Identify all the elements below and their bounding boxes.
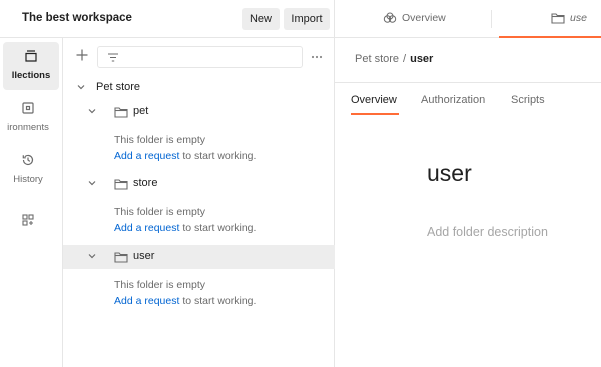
breadcrumb: Pet store / user: [355, 53, 433, 65]
add-request-link[interactable]: Add a request: [114, 150, 179, 162]
header-divider: [335, 82, 601, 83]
active-tab-indicator: [351, 113, 399, 115]
add-request-suffix: to start working.: [182, 222, 257, 234]
workspace-title[interactable]: The best workspace: [22, 12, 132, 24]
folder-tab-authorization[interactable]: Authorization: [421, 94, 485, 106]
rail-label-environments: ironments: [7, 122, 49, 133]
rail-item-collections[interactable]: llections: [3, 42, 59, 90]
add-request-link[interactable]: Add a request: [114, 222, 179, 234]
chevron-down-icon[interactable]: [88, 180, 96, 186]
collection-row[interactable]: Pet store: [63, 76, 335, 100]
folder-icon: [114, 178, 128, 190]
breadcrumb-parent[interactable]: Pet store: [355, 53, 399, 65]
chevron-down-icon[interactable]: [77, 84, 85, 90]
folder-row[interactable]: pet: [63, 100, 335, 124]
more-options-icon[interactable]: [311, 55, 323, 59]
rail-item-add-apps[interactable]: [0, 206, 63, 254]
sidebar-rail: llections ironments History: [0, 38, 63, 367]
folder-name: pet: [133, 105, 149, 117]
filter-icon: [107, 52, 119, 63]
empty-folder-hint: Add a request to start working.: [114, 295, 256, 307]
add-request-suffix: to start working.: [182, 150, 257, 162]
chevron-down-icon[interactable]: [88, 108, 96, 114]
empty-folder-text: This folder is empty: [114, 206, 206, 218]
empty-folder-text: This folder is empty: [114, 134, 206, 146]
folder-icon: [114, 106, 128, 118]
folder-name: user: [133, 250, 155, 262]
breadcrumb-separator: /: [403, 53, 407, 65]
folder-row[interactable]: store: [63, 172, 335, 196]
add-request-link[interactable]: Add a request: [114, 295, 179, 307]
history-icon: [21, 153, 35, 167]
add-apps-icon: [21, 213, 35, 227]
rail-item-environments[interactable]: ironments: [0, 94, 63, 142]
environments-icon: [21, 101, 35, 115]
folder-description-input[interactable]: Add folder description: [427, 225, 548, 239]
import-button[interactable]: Import: [284, 8, 330, 30]
tab-bar: Overview use: [335, 0, 601, 38]
breadcrumb-current[interactable]: user: [410, 53, 433, 65]
rail-item-history[interactable]: History: [0, 146, 63, 194]
empty-folder-hint: Add a request to start working.: [114, 222, 256, 234]
collection-name: Pet store: [96, 81, 141, 93]
folder-tab-overview[interactable]: Overview: [351, 94, 397, 106]
collections-sidebar: Pet store pet This folder is empty Add a…: [63, 38, 335, 367]
empty-folder-text: This folder is empty: [114, 279, 206, 291]
folder-title[interactable]: user: [427, 160, 472, 187]
tab-divider: [491, 10, 492, 28]
add-icon[interactable]: [75, 48, 89, 62]
folder-tab-scripts[interactable]: Scripts: [511, 94, 545, 106]
collections-icon: [24, 49, 38, 63]
tab-user-folder[interactable]: use: [499, 0, 601, 38]
chevron-down-icon[interactable]: [88, 253, 96, 259]
tab-user-label: use: [570, 12, 587, 24]
filter-input[interactable]: [97, 46, 303, 68]
empty-folder-hint: Add a request to start working.: [114, 150, 256, 162]
folder-icon: [551, 12, 565, 24]
add-request-suffix: to start working.: [182, 295, 257, 307]
folder-row-selected[interactable]: user: [63, 245, 335, 269]
tab-overview[interactable]: Overview: [335, 0, 493, 38]
folder-icon: [114, 251, 128, 263]
folder-name: store: [133, 177, 158, 189]
new-button[interactable]: New: [242, 8, 280, 30]
rail-label-history: History: [13, 174, 43, 185]
overview-icon: [383, 12, 397, 24]
tab-overview-label: Overview: [402, 12, 446, 24]
rail-label-collections: llections: [11, 70, 51, 81]
